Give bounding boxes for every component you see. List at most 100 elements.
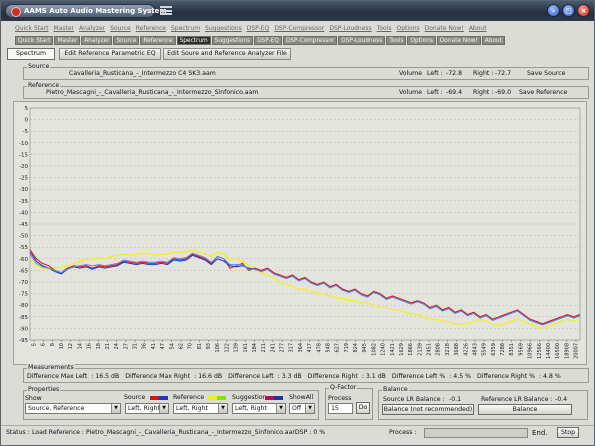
suggestion-channel-select[interactable]: Left, Right ▼ (232, 403, 286, 414)
show-select-value: Source, Reference (28, 405, 85, 412)
y-tick-label: -45 (19, 222, 28, 228)
title-bar[interactable]: AAMS Auto Audio Mastering System – □ × (1, 1, 594, 21)
x-tick-label: 184 (252, 343, 258, 353)
suggestion-left-swatch (265, 396, 274, 400)
subtab-spectrum[interactable]: Spectrum (7, 48, 55, 60)
y-tick-label: -5 (23, 129, 29, 135)
chevron-down-icon: ▼ (159, 404, 168, 413)
tab-master[interactable]: Master (54, 36, 81, 45)
show-select[interactable]: Source, Reference ▼ (25, 403, 121, 414)
menu-item-dsp-eq[interactable]: DSP-EQ (247, 25, 270, 32)
x-tick-label: 31 (133, 343, 139, 349)
reference-channel-value: Left, Right (176, 405, 208, 412)
x-tick-label: 548 (325, 343, 331, 353)
y-tick-label: -65 (19, 268, 28, 274)
x-tick-label: 54 (169, 343, 175, 349)
x-tick-label: 5 (32, 343, 38, 346)
measurement-label: Difference Left (228, 373, 274, 380)
x-tick-label: 12566 (537, 343, 543, 359)
subtab-edit-analyzer-file[interactable]: Edit Soure and Reference Analyzer File (163, 48, 291, 60)
tab-dsp-compressor[interactable]: DSP-Compressor (282, 36, 338, 45)
source-balance-button[interactable]: Balance (not recommended) (382, 404, 474, 415)
y-tick-label: -40 (19, 210, 28, 216)
series-line-source-left (29, 249, 581, 325)
hamburger-menu-icon[interactable] (160, 6, 172, 15)
menu-item-dsp-compressor[interactable]: DSP-Compressor (274, 25, 324, 32)
reference-group: Reference Pietro_Mascagni_-_Cavalleria_R… (23, 82, 589, 99)
save-source-button[interactable]: Save Source (527, 70, 565, 77)
menu-item-tools[interactable]: Tools (377, 25, 392, 32)
tab-about[interactable]: About (481, 36, 505, 45)
x-tick-label: 14 (77, 343, 83, 349)
x-tick-label: 478 (316, 343, 322, 353)
x-tick-label: 81 (197, 343, 203, 349)
qfactor-group-label: Q-Factor (329, 384, 358, 391)
menu-item-quick-start[interactable]: Quick Start (15, 25, 49, 32)
menu-item-donate-now[interactable]: Donate Now! (425, 25, 464, 32)
subtab-edit-reference-eq[interactable]: Edit Reference Parametric EQ (59, 48, 161, 60)
menu-item-suggestions[interactable]: Suggestions (205, 25, 242, 32)
process-progress-bar (424, 428, 528, 438)
x-tick-label: 945 (362, 343, 368, 353)
x-tick-label: 1629 (399, 343, 405, 356)
x-tick-label: 5549 (482, 343, 488, 356)
tab-quick-start[interactable]: Quick Start (15, 36, 54, 45)
show-label: Show (25, 395, 42, 402)
close-button[interactable]: × (577, 4, 590, 17)
menu-item-spectrum[interactable]: Spectrum (171, 25, 200, 32)
x-tick-label: 47 (160, 343, 166, 349)
tab-suggestions[interactable]: Suggestions (211, 36, 254, 45)
status-label: Status : (6, 429, 30, 436)
y-tick-label: -60 (19, 257, 28, 263)
tab-source[interactable]: Source (113, 36, 140, 45)
x-tick-label: 1866 (408, 343, 414, 356)
source-balance-value: -0.1 (449, 396, 462, 403)
qfactor-do-button[interactable]: Do (356, 402, 370, 414)
x-tick-label: 719 (344, 343, 350, 353)
app-logo-icon (11, 7, 21, 17)
showall-label: ShowAll (289, 394, 314, 401)
tab-spectrum[interactable]: Spectrum (176, 36, 211, 45)
x-tick-label: 70 (188, 343, 194, 349)
menu-item-dsp-loudness[interactable]: DSP-Loudness (329, 25, 371, 32)
reference-balance-button[interactable]: Balance (478, 404, 572, 415)
tab-reference[interactable]: Reference (140, 36, 176, 45)
reference-channel-select[interactable]: Left, Right ▼ (173, 403, 228, 414)
x-tick-label: 211 (261, 343, 267, 353)
tab-analyzer[interactable]: Analyzer (81, 36, 113, 45)
measurement-label: Difference Left % (391, 373, 446, 380)
menu-item-source[interactable]: Source (110, 25, 131, 32)
suggestion-right-swatch (274, 396, 283, 400)
tab-options[interactable]: Options (407, 36, 436, 45)
chevron-down-icon: ▼ (276, 404, 285, 413)
x-tick-label: 12 (68, 343, 74, 349)
x-tick-label: 1082 (371, 343, 377, 356)
tab-dsp-eq[interactable]: DSP-EQ (254, 36, 282, 45)
stop-button[interactable]: Stop (557, 427, 579, 438)
x-tick-label: 16 (87, 343, 93, 349)
x-tick-label: 627 (335, 343, 341, 353)
x-tick-label: 62 (178, 343, 184, 349)
x-tick-label: 24 (114, 343, 120, 349)
menu-item-reference[interactable]: Reference (136, 25, 166, 32)
tab-tools[interactable]: Tools (386, 36, 407, 45)
source-channel-value: Left, Right (128, 405, 160, 412)
save-reference-button[interactable]: Save Reference (519, 89, 567, 96)
x-tick-label: 27 (123, 343, 129, 349)
source-left-value: -72.8 (446, 70, 463, 77)
menu-item-master[interactable]: Master (54, 25, 75, 32)
source-channel-select[interactable]: Left, Right ▼ (125, 403, 169, 414)
tab-donate-now[interactable]: Donate Now! (436, 36, 481, 45)
tab-bar: Quick Start Master Analyzer Source Reference… (15, 36, 506, 46)
menu-item-about[interactable]: About (469, 25, 487, 32)
menu-item-options[interactable]: Options (396, 25, 419, 32)
maximize-button[interactable]: □ (562, 4, 575, 17)
qfactor-input[interactable]: 15 (328, 403, 353, 414)
tab-dsp-loudness[interactable]: DSP-Loudness (338, 36, 386, 45)
minimize-button[interactable]: – (547, 4, 560, 17)
x-tick-label: 8 (50, 343, 56, 346)
spectrum-chart[interactable]: 5 0 -5 -10 -15 -20 -25 -30 -35 -40 -45 -50 -55 -60 -65… (13, 101, 587, 365)
showall-select[interactable]: Off ▼ (289, 403, 315, 414)
menu-item-analyzer[interactable]: Analyzer (79, 25, 105, 32)
x-tick-label: 317 (289, 343, 295, 353)
